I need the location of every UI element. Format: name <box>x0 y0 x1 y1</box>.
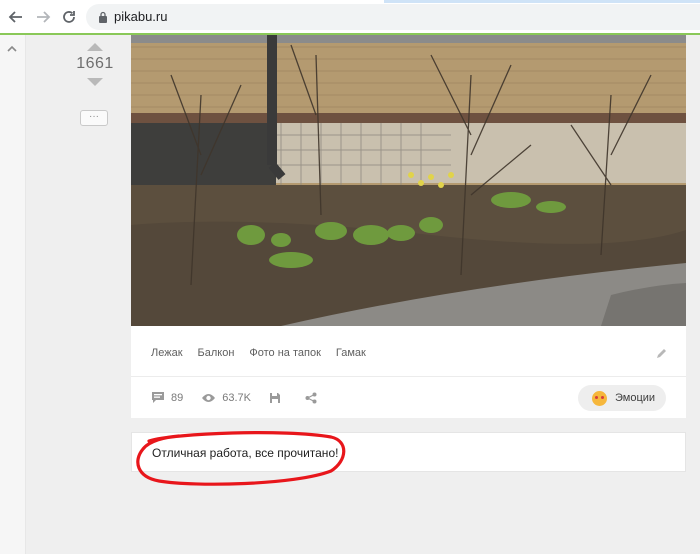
tag-list: Лежак Балкон Фото на тапок Гамак <box>151 347 381 359</box>
vote-panel: 1661 <box>70 40 120 86</box>
tab-strip <box>384 0 700 3</box>
browser-toolbar: pikabu.ru <box>0 0 700 35</box>
more-button[interactable]: ··· <box>80 110 108 126</box>
address-bar[interactable]: pikabu.ru <box>86 4 700 30</box>
post-photo[interactable] <box>131 35 686 326</box>
downvote-arrow-icon[interactable] <box>87 78 103 86</box>
reload-icon[interactable] <box>59 7 79 27</box>
url-text[interactable]: pikabu.ru <box>114 9 167 24</box>
tag-link[interactable]: Гамак <box>336 347 366 359</box>
save-stat[interactable] <box>269 392 287 404</box>
back-arrow-icon[interactable] <box>6 7 26 27</box>
left-sidebar-strip <box>0 35 26 554</box>
eye-icon <box>202 393 216 402</box>
pencil-icon[interactable] <box>656 347 668 359</box>
views-stat: 63.7K <box>201 392 251 404</box>
forward-arrow-icon[interactable] <box>33 7 53 27</box>
divider <box>131 376 686 377</box>
rating-count: 1661 <box>76 55 114 72</box>
post-stats: 89 63.7K <box>151 391 341 404</box>
chevron-up-icon[interactable] <box>6 44 18 54</box>
comments-count: 89 <box>171 391 184 404</box>
tag-link[interactable]: Фото на тапок <box>249 347 321 359</box>
emotions-label: Эмоции <box>615 392 656 404</box>
emotions-button[interactable]: Эмоции <box>578 385 666 411</box>
comment-icon <box>152 392 164 403</box>
comments-stat[interactable]: 89 <box>151 391 183 404</box>
upvote-arrow-icon[interactable] <box>87 43 103 51</box>
tag-link[interactable]: Лежак <box>151 347 183 359</box>
share-icon <box>305 392 317 403</box>
tag-link[interactable]: Балкон <box>198 347 235 359</box>
share-stat[interactable] <box>305 392 323 404</box>
emoji-icon <box>592 390 607 406</box>
views-count: 63.7K <box>222 391 251 404</box>
save-icon <box>270 392 280 403</box>
red-circle-annotation <box>136 431 346 486</box>
post-card: Лежак Балкон Фото на тапок Гамак 89 63.7… <box>131 35 686 418</box>
lock-icon <box>99 11 107 23</box>
